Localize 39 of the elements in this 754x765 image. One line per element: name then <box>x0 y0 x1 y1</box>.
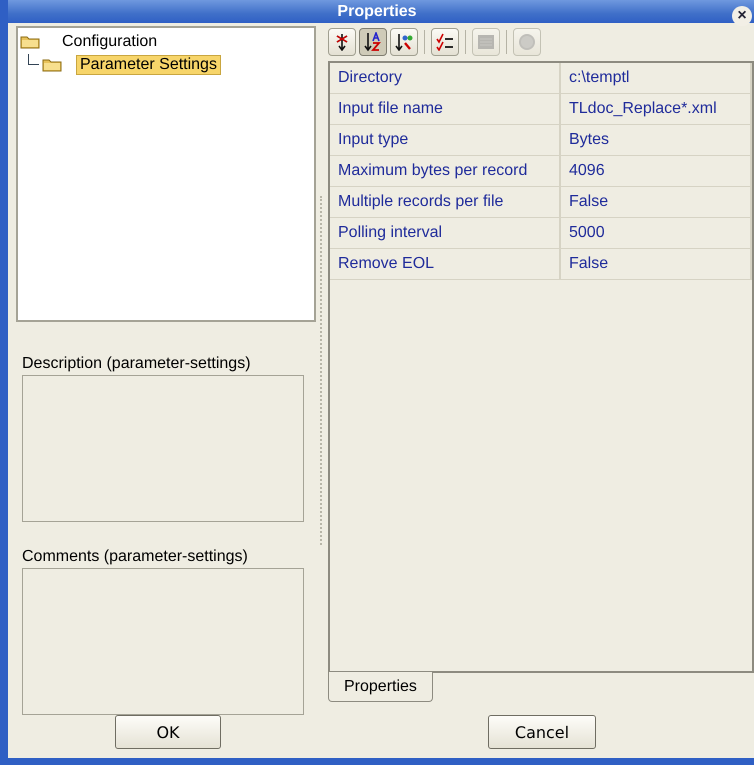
folder-icon <box>42 57 62 72</box>
comments-field[interactable] <box>22 568 304 715</box>
sort-type-icon <box>395 33 413 51</box>
property-value[interactable]: TLdoc_Replace*.xml <box>561 94 752 125</box>
property-name: Remove EOL <box>330 249 561 280</box>
property-name: Directory <box>330 63 561 94</box>
sort-az-icon <box>364 32 382 52</box>
folder-icon <box>20 34 40 49</box>
help-icon <box>518 33 536 51</box>
tree-item[interactable]: Configuration <box>58 32 162 52</box>
tree-item[interactable]: Parameter Settings <box>76 54 221 74</box>
toolbar-button[interactable] <box>328 28 356 56</box>
splitter-handle[interactable] <box>320 196 324 545</box>
checklist-icon <box>436 33 454 51</box>
property-value[interactable]: 4096 <box>561 156 752 187</box>
property-name: Polling interval <box>330 218 561 249</box>
property-name: Input file name <box>330 94 561 125</box>
property-value[interactable]: False <box>561 187 752 218</box>
description-field[interactable] <box>22 375 304 522</box>
window-title: Properties <box>337 2 417 20</box>
description-label: Description (parameter-settings) <box>22 355 252 373</box>
asterisk-arrow-icon <box>335 33 349 51</box>
property-value[interactable]: Bytes <box>561 125 752 156</box>
toolbar-button[interactable] <box>431 28 459 56</box>
ok-button[interactable]: OK <box>115 715 221 749</box>
property-value[interactable]: 5000 <box>561 218 752 249</box>
toolbar-button[interactable] <box>359 28 387 56</box>
tree-connector <box>28 54 39 65</box>
property-name: Multiple records per file <box>330 187 561 218</box>
close-button[interactable]: × <box>732 6 752 26</box>
property-name: Input type <box>330 125 561 156</box>
property-name: Maximum bytes per record <box>330 156 561 187</box>
tab[interactable]: Properties <box>328 672 433 702</box>
grid-icon <box>477 34 495 50</box>
comments-label: Comments (parameter-settings) <box>22 548 249 566</box>
property-value[interactable]: c:\temptl <box>561 63 752 94</box>
toolbar-button[interactable] <box>390 28 418 56</box>
property-value[interactable]: False <box>561 249 752 280</box>
cancel-button[interactable]: Cancel <box>488 715 596 749</box>
